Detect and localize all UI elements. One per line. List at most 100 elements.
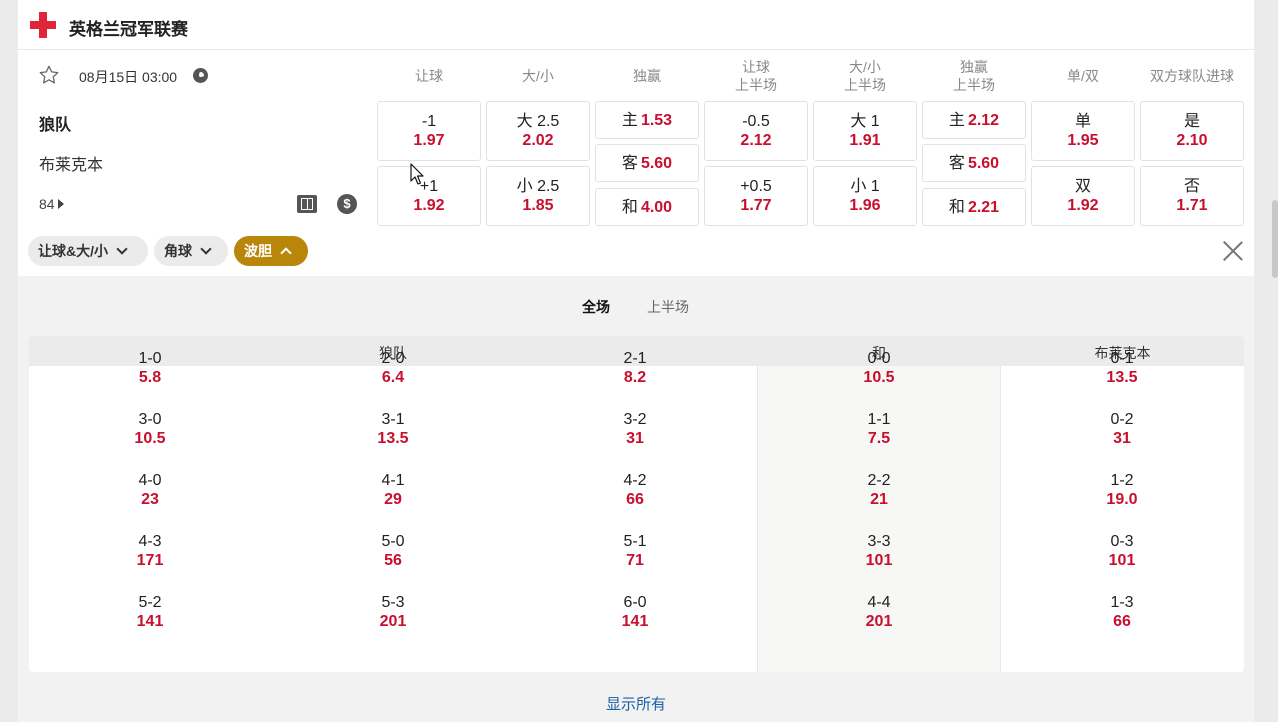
correct-score-cell[interactable]: 0-1 13.5 <box>1062 349 1182 387</box>
odds-button[interactable]: 主 1.53 <box>595 101 699 139</box>
score-odd: 10.5 <box>134 430 166 447</box>
score-odd: 29 <box>384 491 402 508</box>
odds-button[interactable]: 否 1.71 <box>1140 166 1244 226</box>
red-cross-icon <box>30 12 56 38</box>
score-odd: 66 <box>1113 613 1131 630</box>
odds-button[interactable]: 客 5.60 <box>595 144 699 182</box>
column-header-moneyline-half: 独赢 上半场 <box>953 59 995 93</box>
correct-score-cell[interactable]: 0-0 10.5 <box>819 349 939 387</box>
odds-button[interactable]: 和 4.00 <box>595 188 699 226</box>
correct-score-cell[interactable]: 5-3 201 <box>333 593 453 631</box>
correct-score-cell[interactable]: 3-0 10.5 <box>90 410 210 448</box>
chevron-up-icon <box>280 247 292 259</box>
score-label: 2-0 <box>381 350 405 367</box>
odds-button[interactable]: 大 1 1.91 <box>813 101 917 161</box>
correct-score-cell[interactable]: 2-1 8.2 <box>575 349 695 387</box>
score-label: 2-1 <box>623 350 647 367</box>
odds-button[interactable]: 单 1.95 <box>1031 101 1135 161</box>
show-all-link[interactable]: 显示所有 <box>18 693 1254 714</box>
correct-score-cell[interactable]: 3-1 13.5 <box>333 410 453 448</box>
score-odd: 101 <box>865 552 893 569</box>
score-label: 3-0 <box>138 411 162 428</box>
correct-score-cell[interactable]: 1-0 5.8 <box>90 349 210 387</box>
score-label: 5-2 <box>138 594 162 611</box>
odds-button[interactable]: -0.5 2.12 <box>704 101 808 161</box>
column-header-handicap: 让球 <box>415 68 443 84</box>
score-odd: 19.0 <box>1106 491 1138 508</box>
odds-button[interactable]: +1 1.92 <box>377 166 481 226</box>
pitch-icon[interactable] <box>297 195 317 213</box>
odds-button[interactable]: 主 2.12 <box>922 101 1026 139</box>
score-label: 4-4 <box>867 594 891 611</box>
correct-score-cell[interactable]: 0-3 101 <box>1062 532 1182 570</box>
correct-score-cell[interactable]: 4-0 23 <box>90 471 210 509</box>
filter-handicap-ou[interactable]: 让球&大/小 <box>28 236 148 266</box>
odds-button[interactable]: 是 2.10 <box>1140 101 1244 161</box>
home-team-name[interactable]: 狼队 <box>39 111 71 135</box>
chevron-down-icon <box>200 242 212 255</box>
score-label: 5-1 <box>623 533 647 550</box>
correct-score-cell[interactable]: 4-3 171 <box>90 532 210 570</box>
chevron-down-icon <box>116 242 128 255</box>
correct-score-cell[interactable]: 3-2 31 <box>575 410 695 448</box>
score-odd: 13.5 <box>1106 369 1138 386</box>
caret-right-icon <box>57 199 64 209</box>
odds-button[interactable]: 大 2.5 2.02 <box>486 101 590 161</box>
close-icon[interactable] <box>1222 240 1244 262</box>
odds-button[interactable]: 双 1.92 <box>1031 166 1135 226</box>
score-label: 3-1 <box>381 411 405 428</box>
match-panel: 英格兰冠军联赛 08月15日 03:00 狼队 布莱克本 84 $ 让球 大/小… <box>18 0 1254 722</box>
away-team-name[interactable]: 布莱克本 <box>39 151 103 175</box>
odds-button[interactable]: -1 1.97 <box>377 101 481 161</box>
score-odd: 141 <box>136 613 164 630</box>
star-icon[interactable] <box>38 64 60 86</box>
filter-corners[interactable]: 角球 <box>154 236 228 266</box>
correct-score-cell[interactable]: 5-0 56 <box>333 532 453 570</box>
score-label: 5-3 <box>381 594 405 611</box>
tab-first-half[interactable]: 上半场 <box>647 297 689 317</box>
odds-button[interactable]: +0.5 1.77 <box>704 166 808 226</box>
odds-button[interactable]: 小 2.5 1.85 <box>486 166 590 226</box>
odds-button[interactable]: 和 2.21 <box>922 188 1026 226</box>
score-odd: 8.2 <box>623 369 647 386</box>
correct-score-cell[interactable]: 2-2 21 <box>819 471 939 509</box>
correct-score-cell[interactable]: 4-1 29 <box>333 471 453 509</box>
score-odd: 201 <box>865 613 893 630</box>
score-odd: 171 <box>136 552 164 569</box>
score-odd: 31 <box>626 430 644 447</box>
league-header[interactable]: 英格兰冠军联赛 <box>18 0 1254 50</box>
correct-score-cell[interactable]: 4-4 201 <box>819 593 939 631</box>
correct-score-cell[interactable]: 1-2 19.0 <box>1062 471 1182 509</box>
correct-score-cell[interactable]: 1-1 7.5 <box>819 410 939 448</box>
clock-icon <box>193 68 208 83</box>
column-header-moneyline: 独赢 <box>633 68 661 84</box>
score-label: 0-0 <box>867 350 891 367</box>
correct-score-cell[interactable]: 0-2 31 <box>1062 410 1182 448</box>
correct-score-cell[interactable]: 3-3 101 <box>819 532 939 570</box>
correct-score-cell[interactable]: 6-0 141 <box>575 593 695 631</box>
correct-score-cell[interactable]: 5-1 71 <box>575 532 695 570</box>
correct-score-section: 全场 上半场 狼队 和 布莱克本 1-0 5.8 2-0 6.4 2-1 8.2 3-0 10… <box>18 276 1254 722</box>
dollar-icon[interactable]: $ <box>337 194 357 214</box>
tab-full-time[interactable]: 全场 <box>582 297 610 317</box>
score-label: 3-3 <box>867 533 891 550</box>
correct-score-cell[interactable]: 5-2 141 <box>90 593 210 631</box>
match-row: 08月15日 03:00 狼队 布莱克本 84 $ 让球 大/小 独赢 让球 上半… <box>18 51 1254 231</box>
score-odd: 101 <box>1108 552 1136 569</box>
score-label: 4-1 <box>381 472 405 489</box>
score-label: 0-1 <box>1110 350 1134 367</box>
score-odd: 23 <box>141 491 159 508</box>
odds-button[interactable]: 小 1 1.96 <box>813 166 917 226</box>
mouse-cursor-icon <box>410 163 424 185</box>
odds-button[interactable]: 客 5.60 <box>922 144 1026 182</box>
correct-score-cell[interactable]: 4-2 66 <box>575 471 695 509</box>
scrollbar-thumb[interactable] <box>1272 200 1278 278</box>
correct-score-cell[interactable]: 1-3 66 <box>1062 593 1182 631</box>
score-label: 0-2 <box>1110 411 1134 428</box>
more-markets-link[interactable]: 84 <box>39 196 64 212</box>
match-datetime: 08月15日 03:00 <box>79 69 178 85</box>
correct-score-cell[interactable]: 2-0 6.4 <box>333 349 453 387</box>
score-odd: 71 <box>626 552 644 569</box>
column-header-over-under-half: 大/小 上半场 <box>844 59 886 93</box>
filter-correct-score[interactable]: 波胆 <box>234 236 308 266</box>
